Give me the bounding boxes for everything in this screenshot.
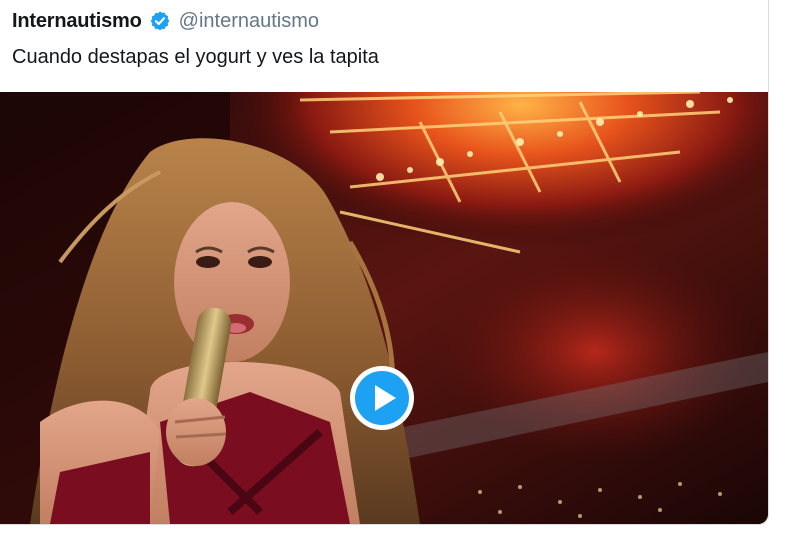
video-thumbnail (0, 92, 768, 524)
tweet-text: Cuando destapas el yogurt y ves la tapit… (12, 46, 379, 68)
verified-badge-icon (149, 10, 171, 32)
tweet-card[interactable]: Internautismo @internautismo Cuando dest… (0, 0, 769, 525)
tweet-header: Internautismo @internautismo (12, 8, 319, 34)
video-player[interactable] (0, 92, 768, 524)
play-icon (350, 366, 414, 430)
play-button[interactable] (348, 364, 416, 432)
display-name[interactable]: Internautismo (12, 10, 142, 33)
user-handle[interactable]: @internautismo (179, 10, 319, 33)
